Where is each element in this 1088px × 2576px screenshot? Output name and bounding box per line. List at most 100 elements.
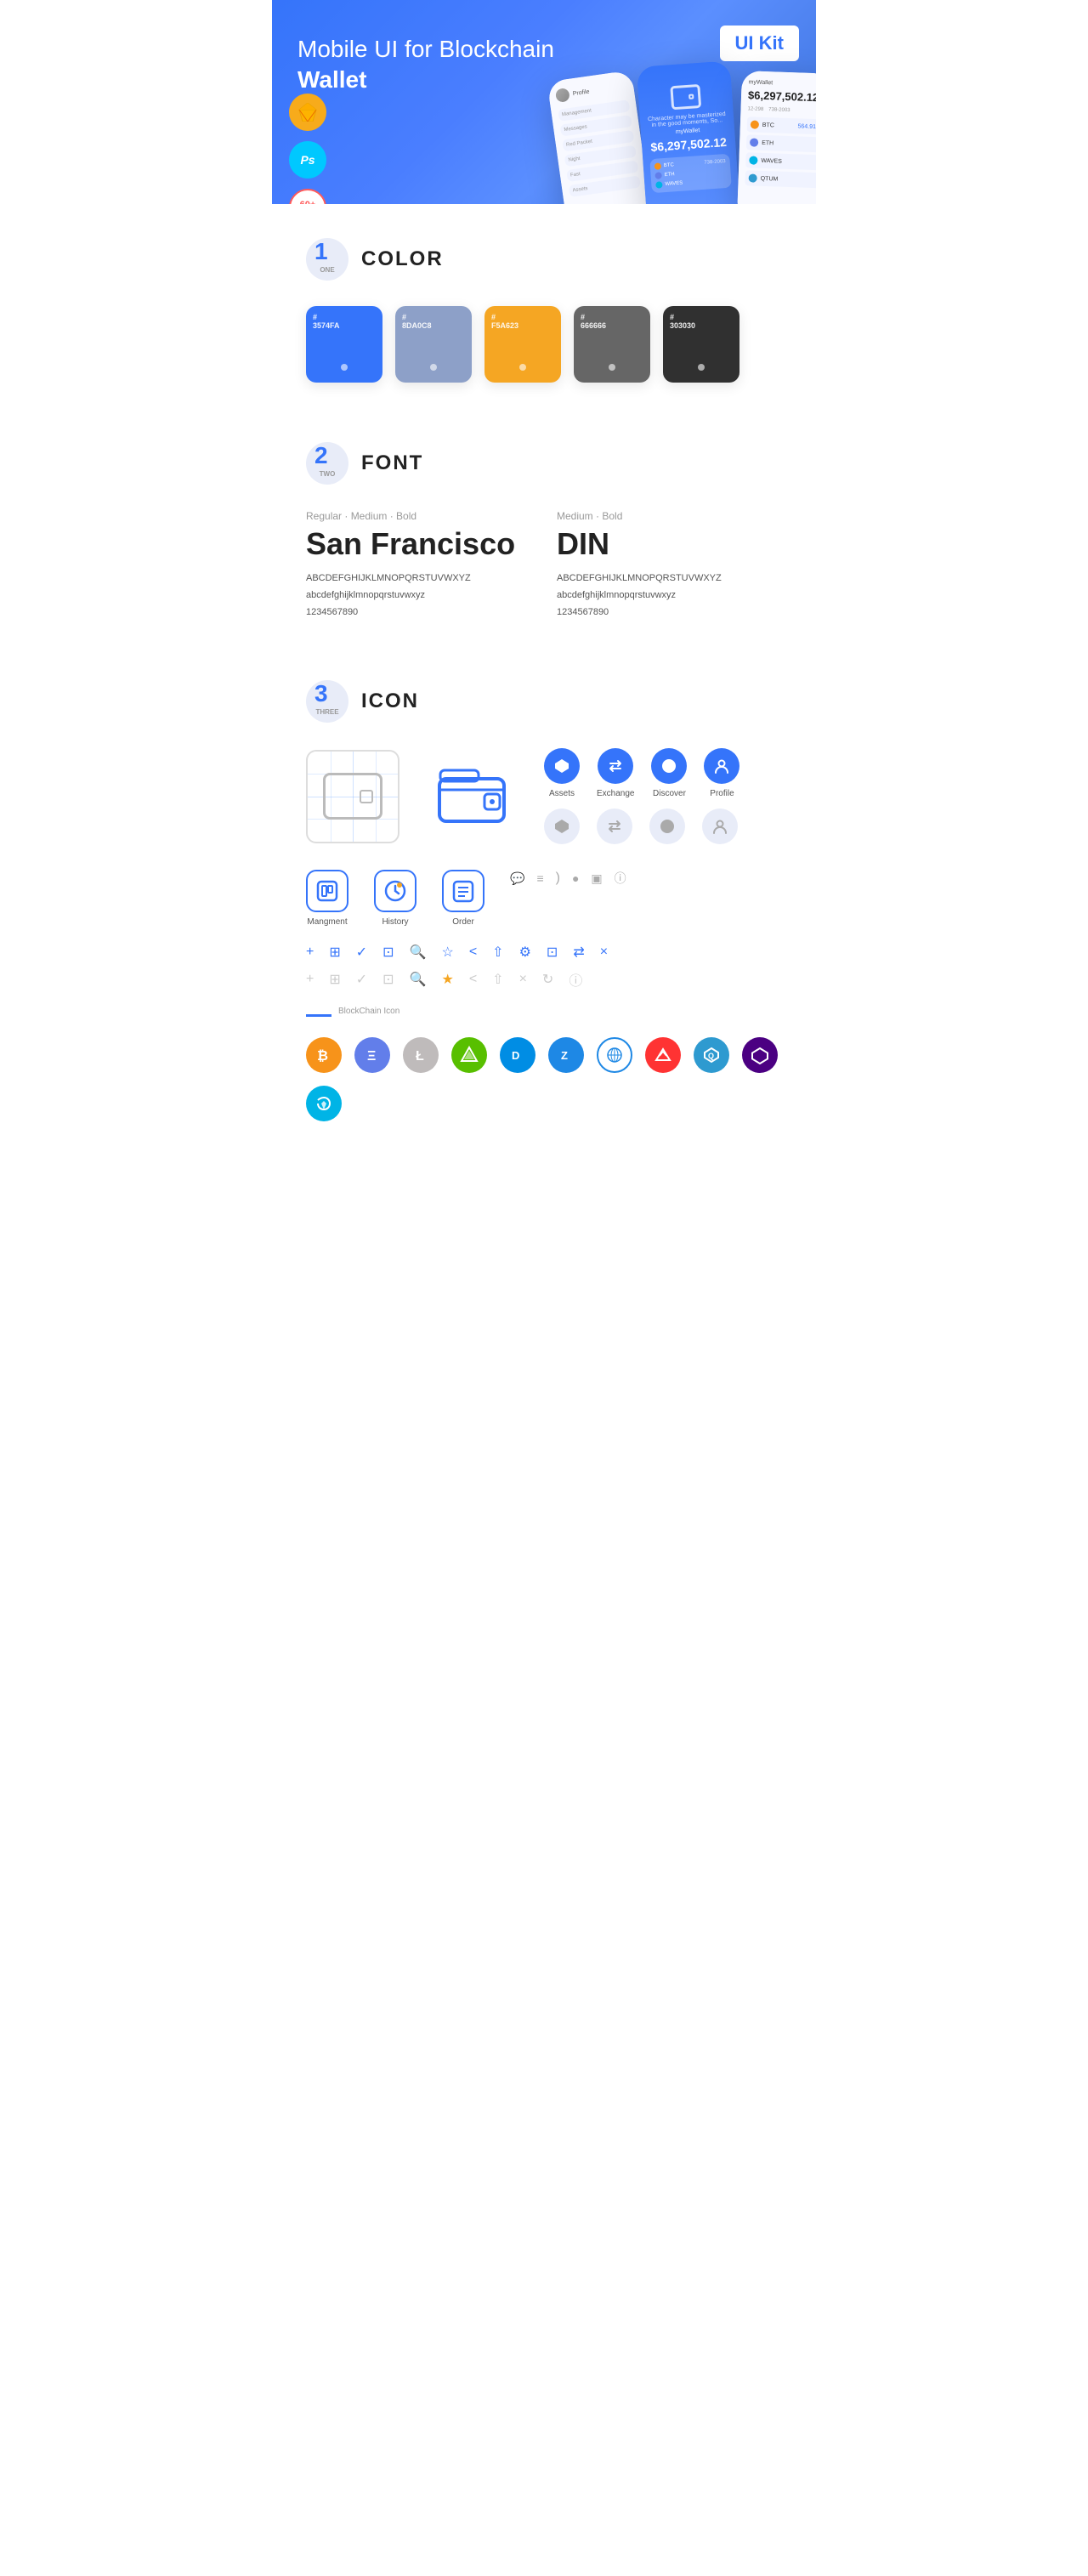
din-lowercase: abcdefghijklmnopqrstuvwxyz	[557, 587, 782, 604]
number-one: 1 ONE	[306, 238, 348, 281]
svg-text:Ξ: Ξ	[367, 1049, 376, 1064]
qtum-icon: Q	[694, 1037, 729, 1073]
info-icon-gray: ⓘ	[569, 969, 582, 990]
phone-left: Profile Management Messages Red Packet N…	[547, 70, 652, 204]
din-uppercase: ABCDEFGHIJKLMNOPQRSTUVWXYZ	[557, 570, 782, 587]
nav-discover: Discover	[651, 748, 687, 798]
search-icon: 🔍	[410, 944, 427, 961]
back-icon: <	[469, 945, 477, 960]
swap-icon: ⇄	[573, 944, 584, 961]
number-two: 2 TWO	[306, 442, 348, 485]
qr-icon: ⊡	[382, 944, 394, 961]
close-icon: ×	[600, 945, 608, 960]
circle-icon: ●	[572, 871, 579, 885]
din-style: Medium · Bold	[557, 510, 782, 522]
font-title: FONT	[361, 451, 423, 475]
color-section-header: 1 ONE COLOR	[306, 238, 782, 281]
color-section: 1 ONE COLOR #3574FA #8DA0C8 #F5A623	[272, 204, 816, 408]
order-icon	[442, 870, 484, 912]
crypto-icons-row: ₿ Ξ Ł D Z Q	[306, 1037, 782, 1121]
plus-icon: +	[306, 945, 314, 960]
ark-icon	[645, 1037, 681, 1073]
misc-icons: 💬 ≡ ) ● ▣ ⓘ	[510, 870, 626, 887]
assets-icon-gray	[544, 809, 580, 844]
star-icon: ☆	[441, 944, 453, 961]
poly-icon	[742, 1037, 778, 1073]
wallet-icon-outline	[323, 773, 382, 820]
svg-text:Ł: Ł	[416, 1049, 424, 1064]
utility-icons-gray-row: + ⊞ ✓ ⊡ 🔍 ★ < ⇧ × ↻ ⓘ	[306, 969, 782, 990]
ps-badge: Ps	[289, 141, 326, 179]
icon-section-header: 3 THREE ICON	[306, 680, 782, 723]
grid-coin-icon	[597, 1037, 632, 1073]
discover-label: Discover	[653, 789, 686, 798]
search-icon-gray: 🔍	[410, 971, 427, 988]
font-din: Medium · Bold DIN ABCDEFGHIJKLMNOPQRSTUV…	[557, 510, 782, 621]
nav-icons-bottom	[544, 809, 740, 844]
check-icon: ✓	[356, 944, 367, 961]
grid-icon-gray: ⊞	[329, 971, 340, 988]
crescent-icon: )	[556, 871, 560, 886]
nav-profile: Profile	[704, 748, 740, 798]
plus-icon-gray: +	[306, 972, 314, 987]
profile-label: Profile	[710, 789, 734, 798]
profile-icon	[704, 748, 740, 784]
redo-icon-gray: ↻	[542, 971, 553, 988]
blockchain-line	[306, 1014, 332, 1017]
sf-uppercase: ABCDEFGHIJKLMNOPQRSTUVWXYZ	[306, 570, 531, 587]
exchange-label: Exchange	[597, 789, 634, 798]
litecoin-icon: Ł	[403, 1037, 439, 1073]
hero-section: Mobile UI for Blockchain Wallet UI Kit P…	[272, 0, 816, 204]
font-grid: Regular · Medium · Bold San Francisco AB…	[306, 510, 782, 621]
din-name: DIN	[557, 526, 782, 562]
blockchain-label: BlockChain Icon	[338, 1007, 400, 1016]
profile-icon-gray	[702, 809, 738, 844]
number-three: 3 THREE	[306, 680, 348, 723]
ethereum-icon: Ξ	[354, 1037, 390, 1073]
wallet-icon-blue-box	[425, 750, 518, 843]
discover-icon	[651, 748, 687, 784]
dash-icon: D	[500, 1037, 536, 1073]
phone-right: myWallet + $6,297,502.12 12-298 738-2003…	[737, 71, 816, 204]
assets-label: Assets	[549, 789, 575, 798]
close-icon-gray: ×	[519, 972, 527, 987]
sf-lowercase: abcdefghijklmnopqrstuvwxyz	[306, 587, 531, 604]
font-sf: Regular · Medium · Bold San Francisco AB…	[306, 510, 531, 621]
assets-icon	[544, 748, 580, 784]
mangment-label: Mangment	[307, 917, 347, 927]
star-icon-orange: ★	[441, 971, 453, 988]
color-darkgray: #666666	[574, 306, 650, 383]
app-icon-row: Mangment History Order 💬 ≡ ) ● ▣ ⓘ	[306, 870, 782, 927]
ui-kit-badge: UI Kit	[720, 26, 799, 61]
sf-name: San Francisco	[306, 526, 531, 562]
misc-icons-top: 💬 ≡ ) ● ▣ ⓘ	[510, 870, 626, 887]
history-icon	[374, 870, 416, 912]
mangment-icon	[306, 870, 348, 912]
back-icon-gray: <	[469, 972, 477, 987]
color-grayblue: #8DA0C8	[395, 306, 472, 383]
exchange-icon	[598, 748, 633, 784]
sf-style: Regular · Medium · Bold	[306, 510, 531, 522]
history-icon-item: History	[374, 870, 416, 927]
icon-main-row: Assets Exchange Discover	[306, 748, 782, 844]
svg-text:₿: ₿	[317, 1048, 328, 1064]
stack-icon: ≡	[536, 871, 543, 885]
qr-icon-gray: ⊡	[382, 971, 394, 988]
chat-icon: 💬	[510, 871, 524, 886]
svg-text:Q: Q	[708, 1052, 714, 1060]
exchange-icon-gray	[597, 809, 632, 844]
zel-icon: Z	[548, 1037, 584, 1073]
discover-icon-gray	[649, 809, 685, 844]
icon-title: ICON	[361, 689, 419, 713]
din-numbers: 1234567890	[557, 604, 782, 621]
msg-icon: ▣	[591, 871, 602, 886]
share-icon: ⇧	[492, 944, 503, 961]
svg-text:D: D	[512, 1049, 519, 1062]
svg-text:Z: Z	[561, 1049, 568, 1062]
color-grid: #3574FA #8DA0C8 #F5A623 #666666 #303	[306, 306, 782, 383]
blockchain-divider: BlockChain Icon	[306, 1007, 782, 1029]
save-icon: ⊡	[547, 944, 558, 961]
color-blue: #3574FA	[306, 306, 382, 383]
icon-section: 3 THREE ICON	[272, 646, 816, 1147]
nav-assets: Assets	[544, 748, 580, 798]
